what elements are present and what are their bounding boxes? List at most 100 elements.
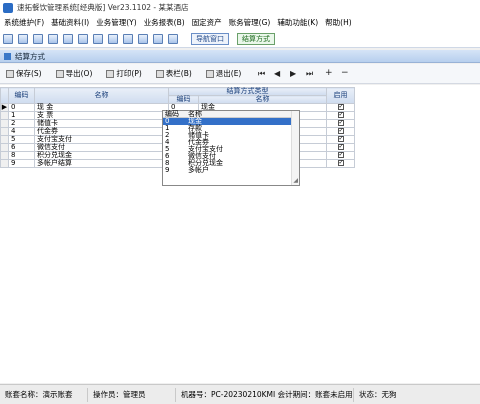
save-label: 保存(S) — [16, 69, 42, 78]
save-icon — [6, 69, 14, 78]
row-indicator — [0, 151, 9, 160]
columns-icon — [155, 69, 164, 78]
name-column-header[interactable]: 名称 — [34, 87, 169, 104]
type-name-column-header[interactable]: 名称 — [198, 95, 327, 104]
menu-item-5[interactable]: 账务管理(G) — [229, 17, 271, 28]
dropdown-option[interactable]: 8 积分兑现金 — [163, 160, 299, 167]
type-dropdown-list[interactable]: 编码 名称 0 现金 1 存款 2 储值卡 4 代金券 5 支付宝支付 6 微信支付 8 积分兑现金 9 多帐… — [162, 110, 300, 186]
menu-item-7[interactable]: 帮助(H) — [325, 17, 352, 28]
action-toolbar: 保存(S) 导出(O) 打印(P) 表栏(B) 退出(E) ⏮ ◀ ▶ ⏭ + … — [0, 64, 480, 84]
new-icon[interactable] — [3, 33, 13, 44]
menu-item-6[interactable]: 辅助功能(K) — [277, 17, 318, 28]
status-account: 账套名称：演示账套 — [0, 387, 88, 402]
menu-item-2[interactable]: 业务管理(Y) — [96, 17, 136, 28]
app-logo-icon — [3, 2, 13, 13]
menu-item-0[interactable]: 系统维护(F) — [4, 17, 44, 28]
menu-item-1[interactable]: 基础资料(I) — [51, 17, 89, 28]
next-record-button[interactable]: ▶ — [290, 69, 296, 78]
delete-record-button[interactable]: − — [341, 68, 349, 78]
menu-item-4[interactable]: 固定资产 — [192, 17, 222, 28]
panel-icon — [4, 52, 11, 60]
help-icon[interactable] — [153, 33, 163, 44]
row-indicator — [0, 119, 9, 128]
mail-icon[interactable] — [108, 33, 118, 44]
data-grid-area: 编码 名称 结算方式类型 启用 编码 名称 ▶0现 金0现金1支 票2储值卡4代… — [0, 85, 480, 383]
dropdown-option[interactable]: 4 代金券 — [163, 139, 299, 146]
enabled-checkbox[interactable] — [337, 151, 344, 159]
status-operator: 操作员：管理员 — [88, 387, 176, 402]
save-button[interactable]: 保存(S) — [6, 68, 42, 79]
menu-item-3[interactable]: 业务报表(B) — [144, 17, 185, 28]
row-indicator — [0, 127, 9, 136]
row-indicator-header — [0, 87, 9, 104]
print-icon — [106, 69, 115, 78]
dropdown-option-name: 现金 — [188, 117, 202, 125]
export-button[interactable]: 导出(O) — [55, 68, 93, 79]
window-title: 速拓餐饮管理系统[经典版] Ver23.1102 - 某某酒店 — [17, 3, 189, 12]
add-record-button[interactable]: + — [325, 68, 333, 78]
nav-window-button[interactable]: 导航窗口 — [191, 32, 229, 45]
exit-button[interactable]: 退出(E) — [205, 68, 242, 79]
enabled-checkbox[interactable] — [337, 159, 344, 167]
dropdown-option[interactable]: 1 存款 — [163, 125, 299, 132]
export-icon — [55, 69, 64, 78]
enabled-column-header[interactable]: 启用 — [326, 87, 355, 104]
refresh-icon[interactable] — [63, 33, 73, 44]
exit-label: 退出(E) — [215, 69, 242, 78]
status-state: 状态：无狗 — [359, 389, 397, 399]
row-indicator — [0, 143, 9, 152]
panel-header: 结算方式 — [0, 50, 480, 63]
status-period: 会计期间：账套未启用 — [277, 389, 353, 399]
enabled-cell[interactable] — [326, 159, 355, 168]
enabled-checkbox[interactable] — [337, 111, 344, 119]
status-machine-period: 机器号：PC-20230210KMI 会计期间：账套未启用 — [176, 387, 354, 402]
settlement-method-button[interactable]: 结算方式 — [237, 32, 275, 45]
dropdown-option[interactable]: 6 微信支付 — [163, 153, 299, 160]
save-icon[interactable] — [123, 33, 133, 44]
name-cell[interactable]: 现 金 — [34, 103, 169, 112]
dropdown-option[interactable]: 5 支付宝支付 — [163, 146, 299, 153]
panel-title: 结算方式 — [15, 51, 45, 61]
title-bar: 速拓餐饮管理系统[经典版] Ver23.1102 - 某某酒店 — [0, 0, 480, 15]
dropdown-option[interactable]: 9 多帐户 — [163, 167, 299, 174]
row-indicator — [0, 135, 9, 144]
dropdown-header: 编码 名称 — [163, 111, 299, 118]
exit-icon — [205, 69, 214, 78]
enabled-checkbox[interactable] — [337, 119, 344, 127]
first-record-button[interactable]: ⏮ — [258, 69, 265, 79]
dropdown-option[interactable]: 0 现金 — [163, 118, 299, 125]
export-label: 导出(O) — [65, 69, 93, 78]
dropdown-option-name: 多帐户 — [188, 166, 209, 174]
print-icon[interactable] — [138, 33, 148, 44]
menu-bar: 系统维护(F) 基础资料(I) 业务管理(Y) 业务报表(B) 固定资产 账务管理(G) 辅… — [0, 15, 480, 30]
list-icon[interactable] — [33, 33, 43, 44]
print-button[interactable]: 打印(P) — [106, 68, 142, 79]
dropdown-option-code: 9 — [165, 166, 170, 174]
enabled-checkbox[interactable] — [337, 135, 344, 143]
last-record-button[interactable]: ⏭ — [306, 69, 313, 79]
info-icon[interactable] — [168, 33, 178, 44]
main-toolbar: 导航窗口 结算方式 — [0, 30, 480, 48]
grid-icon[interactable] — [18, 33, 28, 44]
user-icon[interactable] — [93, 33, 103, 44]
folder-icon[interactable] — [48, 33, 58, 44]
status-bar: 账套名称：演示账套 操作员：管理员 机器号：PC-20230210KMI 会计期… — [0, 384, 480, 404]
prev-record-button[interactable]: ◀ — [274, 69, 280, 78]
code-cell[interactable]: 9 — [8, 159, 35, 168]
row-indicator — [0, 111, 9, 120]
print-label: 打印(P) — [116, 69, 142, 78]
status-machine: 机器号：PC-20230210KMI — [181, 389, 276, 399]
code-column-header[interactable]: 编码 — [8, 87, 35, 104]
name-cell[interactable]: 多帐户结算 — [34, 159, 169, 168]
columns-label: 表栏(B) — [165, 69, 192, 78]
resize-grip-icon[interactable]: ◢ — [293, 177, 298, 184]
dropdown-name-header: 名称 — [188, 110, 202, 118]
enabled-checkbox[interactable] — [337, 103, 344, 111]
enabled-checkbox[interactable] — [337, 127, 344, 135]
row-indicator — [0, 159, 9, 168]
dropdown-scrollbar[interactable] — [291, 111, 299, 185]
enabled-checkbox[interactable] — [337, 143, 344, 151]
columns-button[interactable]: 表栏(B) — [155, 68, 192, 79]
settings-icon[interactable] — [78, 33, 88, 44]
dropdown-option[interactable]: 2 储值卡 — [163, 132, 299, 139]
